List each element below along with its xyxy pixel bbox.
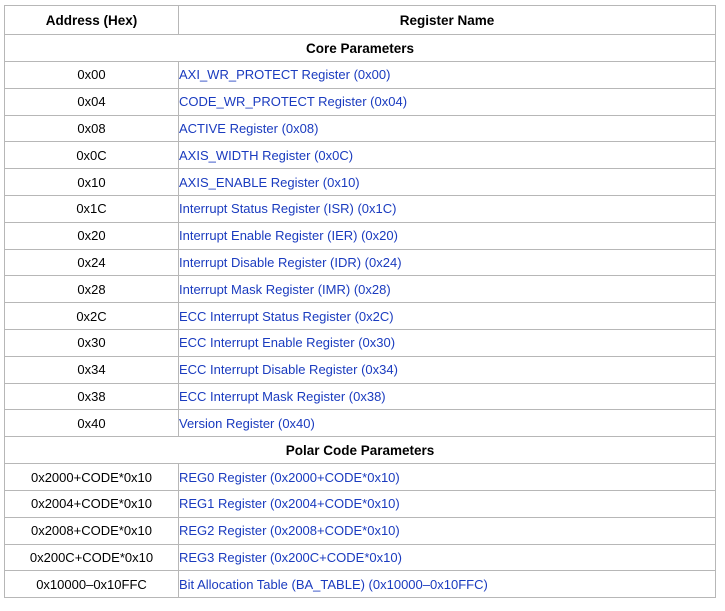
address-cell: 0x38 [4,382,179,411]
register-link[interactable]: REG3 Register (0x200C+CODE*0x10) [180,550,402,565]
register-name-cell: REG1 Register (0x2004+CODE*0x10) [178,489,716,518]
section-title: Polar Code Parameters [4,436,716,465]
address-cell: 0x1C [4,194,179,223]
section-row: Core Parameters [4,34,716,62]
table-row: 0x40 Version Register (0x40) [4,409,716,438]
table-body: Core Parameters 0x00 AXI_WR_PROTECT Regist… [4,34,716,599]
address-cell: 0x10 [4,168,179,196]
address-cell: 0x2008+CODE*0x10 [4,516,179,545]
register-link[interactable]: CODE_WR_PROTECT Register (0x04) [180,94,408,109]
register-name-cell: Interrupt Enable Register (IER) (0x20) [178,221,716,250]
register-link[interactable]: AXIS_WIDTH Register (0x0C) [180,148,354,163]
table-row: 0x2000+CODE*0x10 REG0 Register (0x2000+CO… [4,463,716,491]
register-name-cell: ECC Interrupt Status Register (0x2C) [178,302,716,330]
register-link[interactable]: Interrupt Disable Register (IDR) (0x24) [180,255,402,270]
table-row: 0x0C AXIS_WIDTH Register (0x0C) [4,141,716,170]
register-link[interactable]: AXIS_ENABLE Register (0x10) [180,175,360,190]
table-row: 0x2008+CODE*0x10 REG2 Register (0x2008+CO… [4,516,716,545]
register-link[interactable]: Bit Allocation Table (BA_TABLE) (0x10000… [180,577,488,592]
table-row: 0x10000–0x10FFC Bit Allocation Table (BA_… [4,570,716,599]
table-row: 0x04 CODE_WR_PROTECT Register (0x04) [4,87,716,116]
register-link[interactable]: Interrupt Status Register (ISR) (0x1C) [180,201,397,216]
address-cell: 0x20 [4,221,179,250]
address-cell: 0x24 [4,248,179,277]
address-cell: 0x40 [4,409,179,438]
address-cell: 0x04 [4,87,179,116]
register-name-cell: AXIS_WIDTH Register (0x0C) [178,141,716,170]
table-row: 0x24 Interrupt Disable Register (IDR) (0x… [4,248,716,277]
register-link[interactable]: ECC Interrupt Status Register (0x2C) [180,309,394,324]
table-row: 0x200C+CODE*0x10 REG3 Register (0x200C+CO… [4,543,716,572]
address-cell: 0x08 [4,114,179,143]
register-name-cell: CODE_WR_PROTECT Register (0x04) [178,87,716,116]
table-row: 0x2C ECC Interrupt Status Register (0x2C) [4,302,716,330]
register-link[interactable]: REG2 Register (0x2008+CODE*0x10) [180,523,400,538]
section-row: Polar Code Parameters [4,436,716,465]
register-name-cell: REG0 Register (0x2000+CODE*0x10) [178,463,716,491]
register-link[interactable]: Version Register (0x40) [180,416,315,431]
address-cell: 0x30 [4,328,179,357]
register-name-cell: Interrupt Mask Register (IMR) (0x28) [178,275,716,304]
register-name-cell: ACTIVE Register (0x08) [178,114,716,143]
table-row: 0x20 Interrupt Enable Register (IER) (0x2… [4,221,716,250]
address-cell: 0x0C [4,141,179,170]
table-row: 0x38 ECC Interrupt Mask Register (0x38) [4,382,716,411]
register-name-cell: Interrupt Status Register (ISR) (0x1C) [178,194,716,223]
table-row: 0x1C Interrupt Status Register (ISR) (0x1… [4,194,716,223]
register-name-cell: ECC Interrupt Disable Register (0x34) [178,355,716,384]
table-row: 0x34 ECC Interrupt Disable Register (0x34… [4,355,716,384]
register-name-cell: Interrupt Disable Register (IDR) (0x24) [178,248,716,277]
register-link[interactable]: REG0 Register (0x2000+CODE*0x10) [180,470,400,485]
address-cell: 0x2004+CODE*0x10 [4,489,179,518]
table-row: 0x28 Interrupt Mask Register (IMR) (0x28) [4,275,716,304]
register-name-cell: ECC Interrupt Mask Register (0x38) [178,382,716,411]
register-link[interactable]: AXI_WR_PROTECT Register (0x00) [180,67,391,82]
register-name-cell: AXIS_ENABLE Register (0x10) [178,168,716,196]
register-link[interactable]: ECC Interrupt Enable Register (0x30) [180,335,396,350]
register-name-cell: AXI_WR_PROTECT Register (0x00) [178,61,716,89]
register-name-cell: REG2 Register (0x2008+CODE*0x10) [178,516,716,545]
column-header-address: Address (Hex) [4,5,179,35]
table-row: 0x00 AXI_WR_PROTECT Register (0x00) [4,61,716,89]
header-row: Address (Hex) Register Name [4,5,716,35]
address-cell: 0x34 [4,355,179,384]
address-cell: 0x2C [4,302,179,330]
register-link[interactable]: ACTIVE Register (0x08) [180,121,319,136]
table-row: 0x10 AXIS_ENABLE Register (0x10) [4,168,716,196]
register-link[interactable]: ECC Interrupt Mask Register (0x38) [180,389,386,404]
register-map-table: Address (Hex) Register Name Core Paramet… [4,5,716,599]
register-name-cell: Version Register (0x40) [178,409,716,438]
table-row: 0x30 ECC Interrupt Enable Register (0x30) [4,328,716,357]
register-link[interactable]: ECC Interrupt Disable Register (0x34) [180,362,398,377]
register-name-cell: ECC Interrupt Enable Register (0x30) [178,328,716,357]
table-header: Address (Hex) Register Name [4,5,716,35]
address-cell: 0x200C+CODE*0x10 [4,543,179,572]
register-link[interactable]: REG1 Register (0x2004+CODE*0x10) [180,496,400,511]
section-title: Core Parameters [4,34,716,62]
address-cell: 0x00 [4,61,179,89]
table-row: 0x2004+CODE*0x10 REG1 Register (0x2004+CO… [4,489,716,518]
address-cell: 0x10000–0x10FFC [4,570,179,599]
register-link[interactable]: Interrupt Enable Register (IER) (0x20) [180,228,398,243]
table-row: 0x08 ACTIVE Register (0x08) [4,114,716,143]
column-header-register-name: Register Name [178,5,716,35]
address-cell: 0x28 [4,275,179,304]
address-cell: 0x2000+CODE*0x10 [4,463,179,491]
register-link[interactable]: Interrupt Mask Register (IMR) (0x28) [180,282,391,297]
register-name-cell: Bit Allocation Table (BA_TABLE) (0x10000… [178,570,716,599]
register-name-cell: REG3 Register (0x200C+CODE*0x10) [178,543,716,572]
